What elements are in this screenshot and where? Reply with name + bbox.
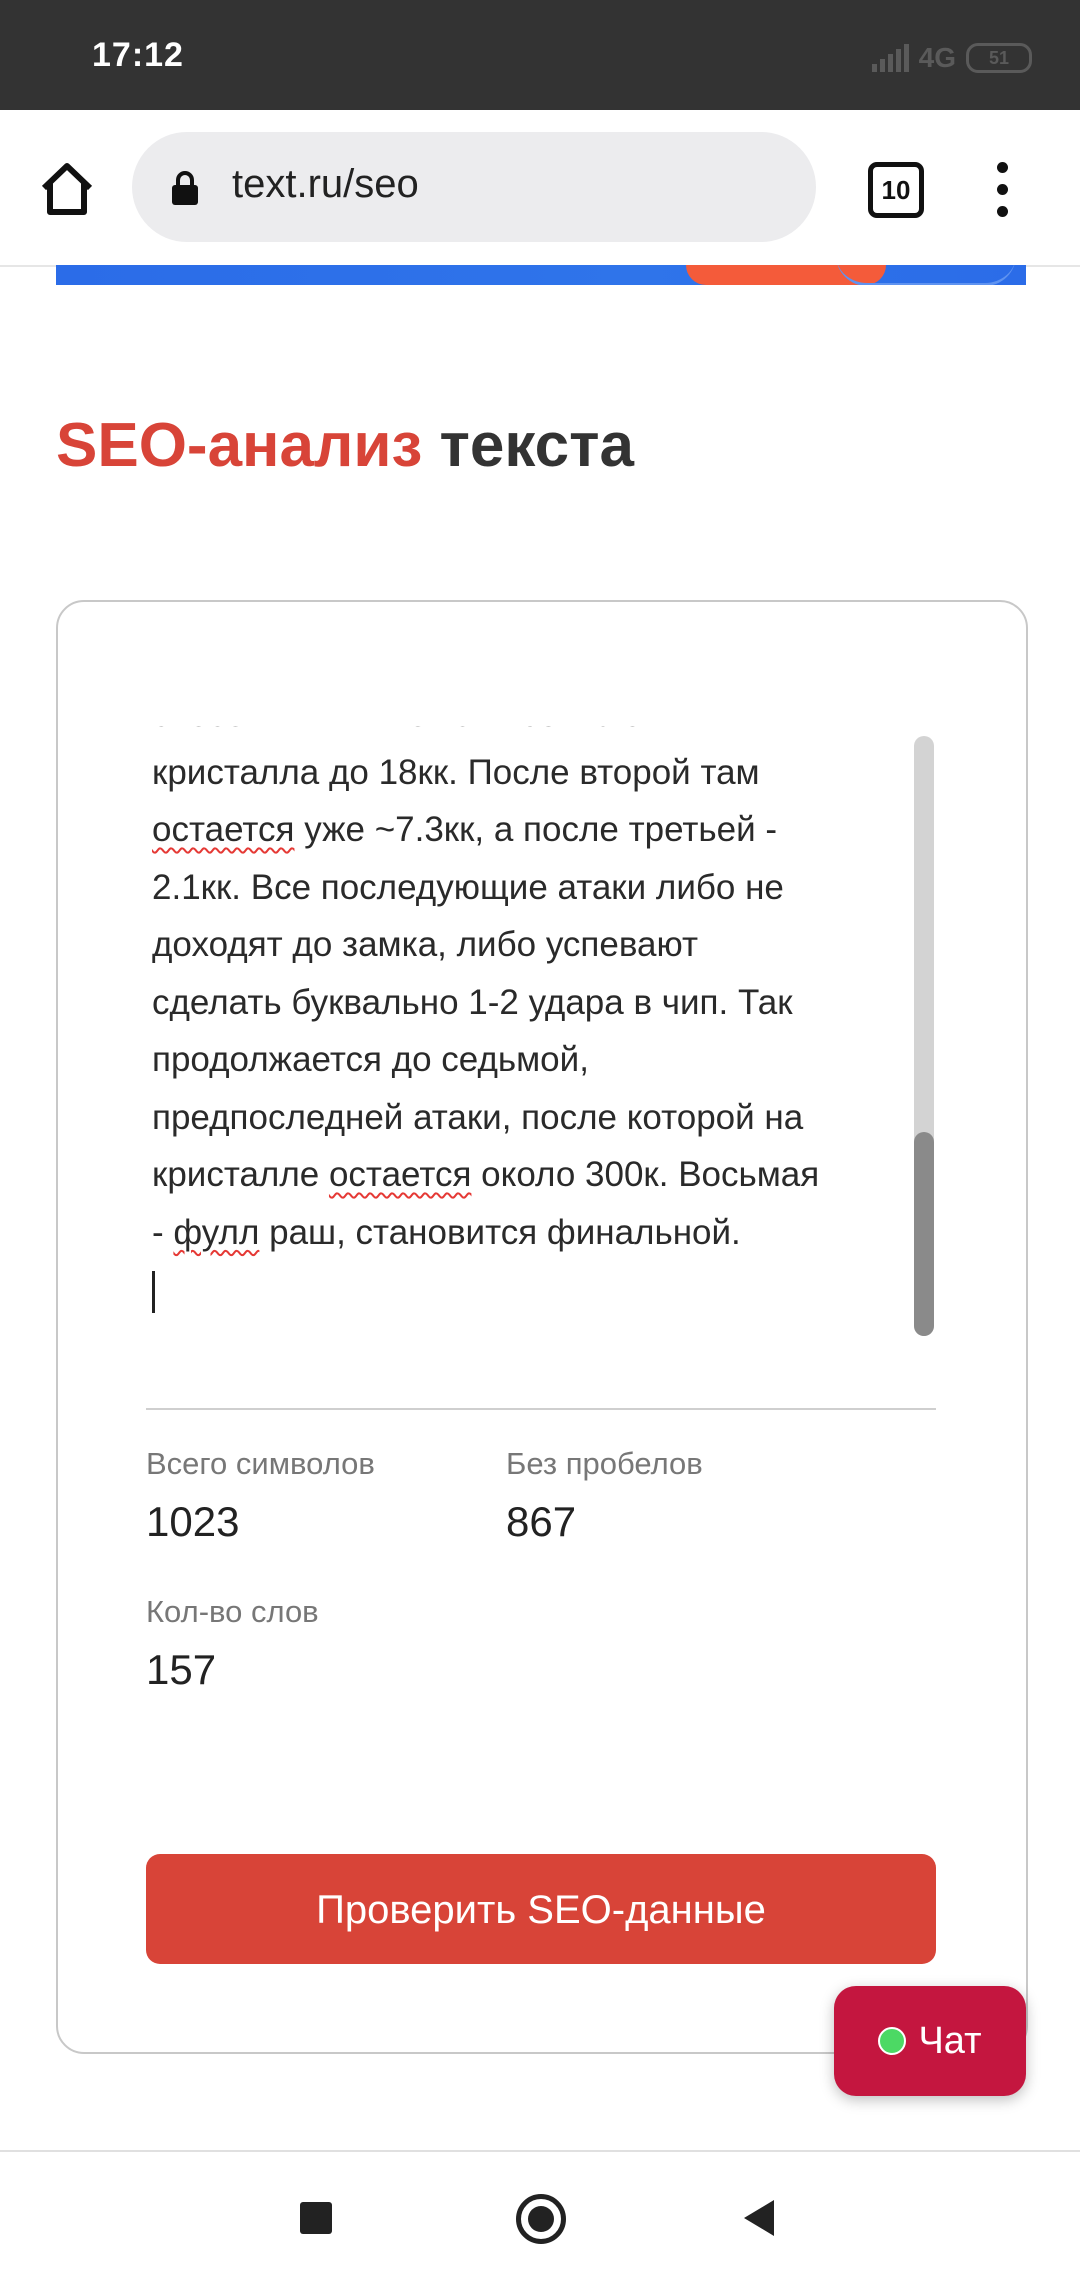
spellcheck-word[interactable]: фулл xyxy=(173,1213,259,1252)
spellcheck-word[interactable]: остается xyxy=(329,1155,471,1194)
text-line: снесенных вышек они сбивают ХП xyxy=(152,726,932,744)
home-icon[interactable] xyxy=(36,158,98,220)
address-bar[interactable]: text.ru/seo xyxy=(132,132,816,242)
textarea-scrollbar[interactable] xyxy=(914,736,934,1336)
battery-icon: 51 xyxy=(966,43,1032,73)
tab-count: 10 xyxy=(881,175,911,205)
page-title-rest: текста xyxy=(439,411,634,480)
url-text: text.ru/seo xyxy=(232,162,419,206)
text-line: - фулл раш, становится финальной. xyxy=(152,1212,741,1252)
text-line: предпоследней атаки, после которой на xyxy=(152,1097,804,1137)
page-title-accent: SEO-анализ xyxy=(56,411,423,480)
word-count-label: Кол-во слов xyxy=(146,1594,319,1629)
text-input[interactable]: снесенных вышек они сбивают ХП кристалла … xyxy=(152,726,932,1319)
back-icon[interactable] xyxy=(744,2200,774,2236)
battery-level: 51 xyxy=(988,48,1010,68)
seo-card: снесенных вышек они сбивают ХП кристалла … xyxy=(56,600,1028,2054)
text-line: кристалла до 18кк. После второй там xyxy=(152,752,760,792)
textarea-scroll-thumb[interactable] xyxy=(914,1132,934,1336)
spellcheck-word[interactable]: остается xyxy=(152,810,294,849)
text-line xyxy=(152,1261,932,1319)
page-title: SEO-анализ текста xyxy=(56,410,634,481)
divider xyxy=(146,1408,936,1410)
system-nav-bar xyxy=(0,2150,1080,2282)
chat-button[interactable]: Чат xyxy=(834,1986,1026,2096)
tabs-icon[interactable]: 10 xyxy=(868,162,924,218)
browser-toolbar: text.ru/seo 10 xyxy=(0,110,1080,267)
text-input-area[interactable]: снесенных вышек они сбивают ХП кристалла … xyxy=(152,726,992,1326)
text-line: доходят до замка, либо успевают xyxy=(152,925,699,964)
status-time: 17:12 xyxy=(92,36,184,74)
word-count-value: 157 xyxy=(146,1646,217,1693)
text-cursor xyxy=(152,1270,155,1313)
check-seo-button[interactable]: Проверить SEO-данные xyxy=(146,1854,936,1964)
total-chars-label: Всего символов xyxy=(146,1446,375,1481)
text-line: продолжается до седьмой, xyxy=(152,1040,589,1079)
online-status-icon xyxy=(878,2027,907,2055)
lock-icon xyxy=(172,171,198,205)
text-line: кристалле остается около 300к. Восьмая xyxy=(152,1155,820,1194)
status-icons: 4G 51 xyxy=(871,40,1032,76)
total-chars-value: 1023 xyxy=(146,1498,240,1545)
network-type: 4G xyxy=(918,42,956,73)
text-line: сделать буквально 1-2 удара в чип. Так xyxy=(152,982,793,1022)
text-line: 2.1кк. Все последующие атаки либо не xyxy=(152,867,784,907)
status-bar: 17:12 4G 51 xyxy=(0,0,1080,110)
recents-icon[interactable] xyxy=(300,2202,332,2234)
signal-icon xyxy=(871,44,909,72)
no-spaces-value: 867 xyxy=(506,1498,577,1545)
no-spaces-label: Без пробелов xyxy=(506,1446,703,1481)
chat-label: Чат xyxy=(918,2019,982,2062)
banner-image xyxy=(56,265,1026,285)
home-nav-icon[interactable] xyxy=(516,2194,566,2244)
more-vert-icon[interactable] xyxy=(994,162,1010,218)
text-line: остается уже ~7.3кк, а после третьей - xyxy=(152,810,778,849)
